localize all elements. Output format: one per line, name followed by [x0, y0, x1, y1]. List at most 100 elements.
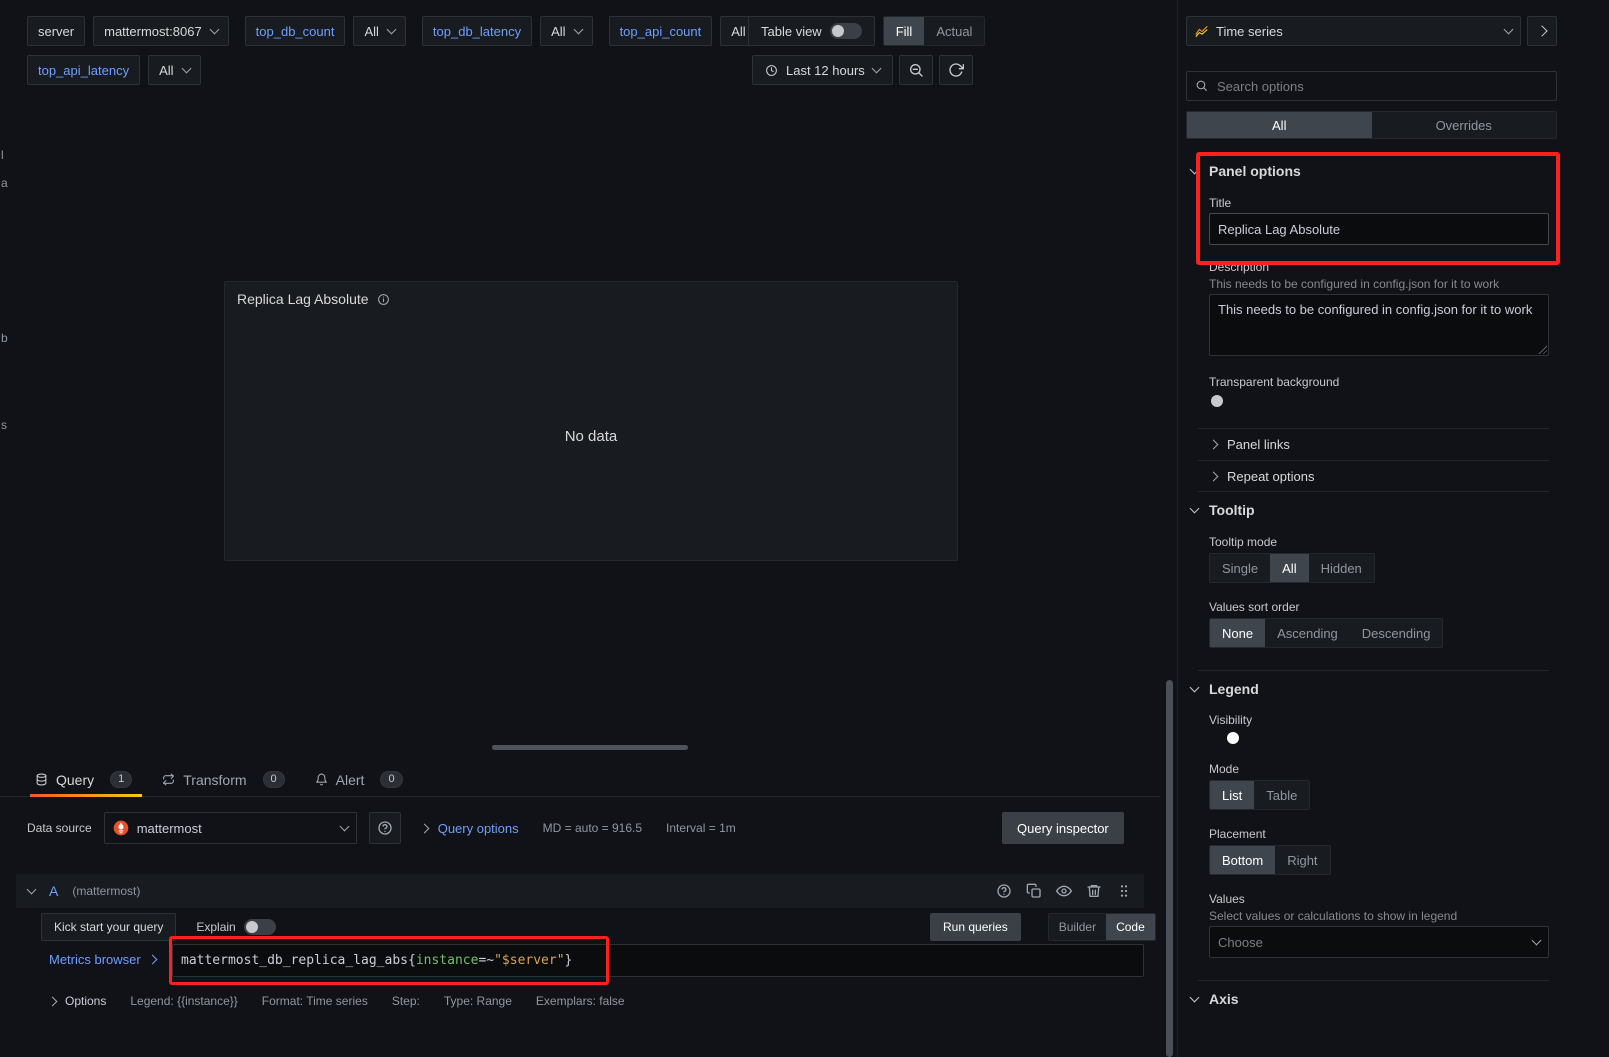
legend-values-label: Values: [1209, 892, 1245, 906]
query-options-summary[interactable]: Query options MD = auto = 916.5 Interval…: [421, 821, 736, 836]
legend-mode-group: List Table: [1209, 780, 1310, 810]
options-pane-scrollbar[interactable]: [1166, 680, 1173, 1057]
variable-label-top-db-count[interactable]: top_db_count: [245, 16, 346, 46]
options-tab-all[interactable]: All: [1187, 112, 1372, 138]
placement-right[interactable]: Right: [1275, 846, 1329, 874]
description-help-text: This needs to be configured in config.js…: [1209, 277, 1554, 291]
variable-label-top-api-count[interactable]: top_api_count: [609, 16, 713, 46]
legend-mode-label: Mode: [1209, 762, 1239, 776]
tooltip-mode-group: Single All Hidden: [1209, 553, 1375, 583]
sort-descending[interactable]: Descending: [1350, 619, 1443, 647]
delete-query-icon[interactable]: [1086, 883, 1102, 899]
variable-top-db-count: top_db_count All: [245, 16, 406, 46]
chevron-down-icon: [1190, 683, 1200, 693]
collapse-options-pane-button[interactable]: [1527, 16, 1557, 46]
query-inspector-button[interactable]: Query inspector: [1002, 812, 1124, 844]
chevron-down-icon: [339, 822, 349, 832]
placement-bottom[interactable]: Bottom: [1210, 846, 1275, 874]
section-legend[interactable]: Legend: [1191, 681, 1259, 697]
repeat-options-collapsible[interactable]: Repeat options: [1198, 460, 1549, 492]
duplicate-query-icon[interactable]: [1026, 883, 1042, 899]
variable-value-top-api-latency[interactable]: All: [148, 55, 200, 85]
variable-label-top-api-latency[interactable]: top_api_latency: [27, 55, 140, 85]
query-expression-input[interactable]: mattermost_db_replica_lag_abs{instance=~…: [172, 944, 1144, 977]
description-field-label: Description: [1209, 260, 1269, 274]
panel-description-textarea[interactable]: This needs to be configured in config.js…: [1209, 294, 1549, 356]
clipped-text-fragment: s: [1, 418, 7, 432]
panel-title-input[interactable]: [1209, 213, 1549, 245]
values-sort-label: Values sort order: [1209, 600, 1300, 614]
panel-header[interactable]: Replica Lag Absolute: [225, 282, 957, 316]
explain-toggle[interactable]: [244, 919, 276, 935]
query-row-header: A (mattermost): [16, 874, 1144, 908]
variable-value-server[interactable]: mattermost:8067: [93, 16, 229, 46]
section-tooltip[interactable]: Tooltip: [1191, 502, 1255, 518]
query-options-interval: Interval = 1m: [666, 821, 736, 835]
visualization-picker[interactable]: Time series: [1186, 16, 1521, 46]
datasource-picker[interactable]: mattermost: [104, 812, 357, 844]
editor-mode-builder[interactable]: Builder: [1049, 914, 1106, 940]
clipped-text-fragment: b: [1, 331, 8, 345]
variable-top-api-latency: top_api_latency All: [27, 55, 201, 85]
datasource-help-button[interactable]: [369, 812, 401, 844]
chevron-right-icon: [1209, 471, 1219, 481]
sort-none[interactable]: None: [1210, 619, 1265, 647]
search-input[interactable]: [1186, 71, 1557, 101]
options-collapse[interactable]: Options: [49, 994, 106, 1008]
explain-label: Explain: [196, 920, 235, 934]
run-queries-button[interactable]: Run queries: [930, 913, 1021, 941]
metrics-browser-control[interactable]: Metrics browser: [49, 952, 156, 967]
variable-top-db-latency: top_db_latency All: [422, 16, 593, 46]
view-mode-fill[interactable]: Fill: [884, 17, 925, 45]
chevron-down-icon: [573, 25, 583, 35]
tab-query[interactable]: Query 1: [35, 763, 132, 796]
drag-handle-icon[interactable]: [1116, 883, 1132, 899]
tooltip-mode-single[interactable]: Single: [1210, 554, 1270, 582]
clock-icon: [765, 64, 778, 77]
legend-mode-list[interactable]: List: [1210, 781, 1254, 809]
editor-mode-code[interactable]: Code: [1106, 914, 1155, 940]
query-options-link[interactable]: Query options: [438, 821, 519, 836]
info-icon[interactable]: [377, 293, 390, 306]
tooltip-mode-all[interactable]: All: [1270, 554, 1308, 582]
legend-values-select[interactable]: Choose: [1209, 926, 1549, 958]
option-step: Step:: [392, 994, 420, 1008]
view-mode-actual[interactable]: Actual: [924, 17, 984, 45]
legend-placement-group: Bottom Right: [1209, 845, 1331, 875]
variable-label-top-db-latency[interactable]: top_db_latency: [422, 16, 532, 46]
chevron-down-icon: [1190, 504, 1200, 514]
query-toolbar: Kick start your query Explain: [41, 913, 276, 941]
metrics-browser-label: Metrics browser: [49, 952, 141, 967]
option-exemplars: Exemplars: false: [536, 994, 625, 1008]
legend-values-help: Select values or calculations to show in…: [1209, 909, 1554, 923]
section-panel-options[interactable]: Panel options: [1191, 163, 1301, 179]
options-tab-overrides[interactable]: Overrides: [1372, 112, 1557, 138]
variable-value-top-db-latency[interactable]: All: [540, 16, 592, 46]
timeseries-chart-icon: [1195, 25, 1208, 38]
time-range-picker[interactable]: Last 12 hours: [752, 55, 893, 85]
legend-mode-table[interactable]: Table: [1254, 781, 1309, 809]
zoom-out-button[interactable]: [899, 55, 933, 85]
tab-transform-label: Transform: [183, 772, 246, 788]
time-controls: Last 12 hours: [752, 55, 973, 85]
variable-value-top-db-count[interactable]: All: [353, 16, 405, 46]
toggle-visibility-icon[interactable]: [1056, 883, 1072, 899]
tab-alert[interactable]: Alert 0: [315, 763, 403, 796]
options-tab-group: All Overrides: [1186, 111, 1557, 139]
panel-description-field: This needs to be configured in config.js…: [1209, 294, 1549, 356]
query-ref-id[interactable]: A: [49, 883, 58, 899]
kick-start-query-button[interactable]: Kick start your query: [41, 913, 176, 941]
panel-links-collapsible[interactable]: Panel links: [1198, 428, 1549, 460]
tooltip-mode-hidden[interactable]: Hidden: [1309, 554, 1374, 582]
section-axis[interactable]: Axis: [1191, 991, 1239, 1007]
refresh-button[interactable]: [939, 55, 973, 85]
pane-resize-handle[interactable]: [492, 745, 688, 750]
query-help-icon[interactable]: [996, 883, 1012, 899]
template-variables-row-2: top_api_latency All: [27, 55, 201, 85]
table-view-toggle[interactable]: [830, 23, 862, 39]
sort-ascending[interactable]: Ascending: [1265, 619, 1350, 647]
collapse-query-row-icon[interactable]: [27, 885, 37, 895]
tab-transform[interactable]: Transform 0: [162, 763, 284, 796]
chevron-right-icon: [419, 823, 429, 833]
panel-view-controls: Table view Fill Actual: [748, 16, 985, 46]
